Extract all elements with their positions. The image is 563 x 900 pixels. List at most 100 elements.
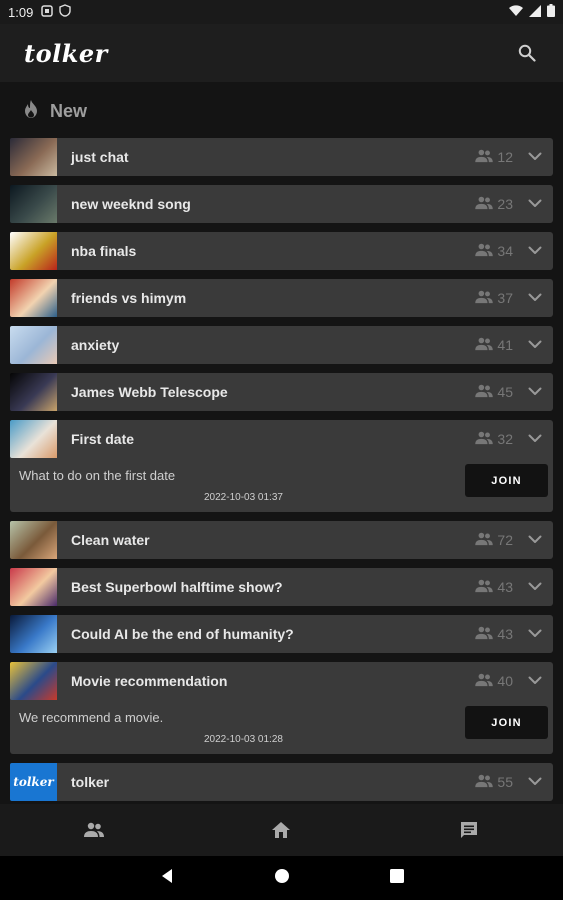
room-thumbnail xyxy=(10,568,57,606)
room-description: We recommend a movie. xyxy=(19,710,164,725)
join-button[interactable]: JOIN xyxy=(465,706,548,739)
search-button[interactable] xyxy=(515,41,539,65)
app-bar: tolker xyxy=(0,24,563,82)
room-card[interactable]: Could AI be the end of humanity? 43 xyxy=(10,615,553,653)
room-details: We recommend a movie. 2022-10-03 01:28 JOI… xyxy=(10,700,553,754)
chevron-down-icon xyxy=(528,383,542,401)
room-title: friends vs himym xyxy=(71,290,187,306)
room-card[interactable]: James Webb Telescope 45 xyxy=(10,373,553,411)
people-icon xyxy=(474,579,497,596)
cell-signal-icon xyxy=(529,4,541,20)
bottom-nav xyxy=(0,804,563,856)
room-title: tolker xyxy=(71,774,110,790)
room-thumbnail: tolker xyxy=(10,763,57,801)
member-count-value: 12 xyxy=(497,149,513,165)
expand-button[interactable] xyxy=(523,145,547,169)
room-card[interactable]: just chat 12 xyxy=(10,138,553,176)
room-card[interactable]: First date 32 What to do on the first date… xyxy=(10,420,553,512)
nav-home[interactable] xyxy=(261,810,301,850)
system-nav-bar xyxy=(0,856,563,900)
expand-button[interactable] xyxy=(523,427,547,451)
member-count: 23 xyxy=(474,196,513,213)
room-thumbnail xyxy=(10,326,57,364)
people-icon xyxy=(474,673,497,690)
room-card[interactable]: new weeknd song 23 xyxy=(10,185,553,223)
member-count: 40 xyxy=(474,673,513,690)
chevron-down-icon xyxy=(528,336,542,354)
circle-home-icon xyxy=(274,868,289,883)
back-button[interactable] xyxy=(160,868,174,889)
member-count: 32 xyxy=(474,431,513,448)
people-icon xyxy=(474,337,497,354)
member-count-value: 41 xyxy=(497,337,513,353)
people-icon xyxy=(474,774,497,791)
search-icon xyxy=(518,44,536,62)
overview-button[interactable] xyxy=(389,868,404,888)
chevron-down-icon xyxy=(528,242,542,260)
expand-button[interactable] xyxy=(523,575,547,599)
room-card[interactable]: friends vs himym 37 xyxy=(10,279,553,317)
people-icon xyxy=(474,290,497,307)
chevron-down-icon xyxy=(528,672,542,690)
member-count-value: 45 xyxy=(497,384,513,400)
room-details: What to do on the first date 2022-10-03 0… xyxy=(10,458,553,512)
chevron-down-icon xyxy=(528,578,542,596)
people-icon xyxy=(474,243,497,260)
chevron-down-icon xyxy=(528,289,542,307)
room-thumbnail xyxy=(10,232,57,270)
room-title: First date xyxy=(71,431,135,447)
room-description: What to do on the first date xyxy=(19,468,176,483)
fire-icon xyxy=(22,99,40,124)
expand-button[interactable] xyxy=(523,286,547,310)
status-bar: 1:09 xyxy=(0,0,563,24)
section-title: New xyxy=(50,100,88,121)
room-card[interactable]: Clean water 72 xyxy=(10,521,553,559)
expand-button[interactable] xyxy=(523,380,547,404)
room-thumbnail xyxy=(10,279,57,317)
room-title: nba finals xyxy=(71,243,137,259)
room-title: Best Superbowl halftime show? xyxy=(71,579,283,595)
home-button[interactable] xyxy=(274,868,290,889)
room-card[interactable]: anxiety 41 xyxy=(10,326,553,364)
room-date: 2022-10-03 01:37 xyxy=(204,492,283,503)
people-icon xyxy=(474,384,497,401)
people-icon xyxy=(474,626,497,643)
expand-button[interactable] xyxy=(523,239,547,263)
expand-button[interactable] xyxy=(523,333,547,357)
expand-button[interactable] xyxy=(523,669,547,693)
room-list: New just chat 12 new weeknd song 23 nba fina… xyxy=(0,82,563,804)
member-count-value: 72 xyxy=(497,532,513,548)
nav-people[interactable] xyxy=(74,810,114,850)
expand-button[interactable] xyxy=(523,192,547,216)
chevron-down-icon xyxy=(528,148,542,166)
room-title: Movie recommendation xyxy=(71,673,228,689)
room-date: 2022-10-03 01:28 xyxy=(204,734,283,745)
room-title: Could AI be the end of humanity? xyxy=(71,626,294,642)
room-card[interactable]: Movie recommendation 40 We recommend a mov… xyxy=(10,662,553,754)
expand-button[interactable] xyxy=(523,622,547,646)
member-count: 55 xyxy=(474,774,513,791)
chevron-down-icon xyxy=(528,773,542,791)
room-card[interactable]: nba finals 34 xyxy=(10,232,553,270)
member-count-value: 43 xyxy=(497,579,513,595)
room-card[interactable]: Best Superbowl halftime show? 43 xyxy=(10,568,553,606)
people-icon xyxy=(474,431,497,448)
expand-button[interactable] xyxy=(523,528,547,552)
people-icon xyxy=(83,822,104,837)
room-thumbnail xyxy=(10,420,57,458)
room-title: new weeknd song xyxy=(71,196,191,212)
chevron-down-icon xyxy=(528,430,542,448)
member-count: 43 xyxy=(474,626,513,643)
room-card[interactable]: tolker tolker 55 xyxy=(10,763,553,801)
room-thumbnail xyxy=(10,185,57,223)
member-count: 41 xyxy=(474,337,513,354)
people-icon xyxy=(474,196,497,213)
join-button[interactable]: JOIN xyxy=(465,464,548,497)
member-count-value: 23 xyxy=(497,196,513,212)
square-overview-icon xyxy=(389,868,404,883)
expand-button[interactable] xyxy=(523,770,547,794)
member-count-value: 32 xyxy=(497,431,513,447)
room-title: James Webb Telescope xyxy=(71,384,228,400)
member-count: 72 xyxy=(474,532,513,549)
nav-chat[interactable] xyxy=(449,810,489,850)
